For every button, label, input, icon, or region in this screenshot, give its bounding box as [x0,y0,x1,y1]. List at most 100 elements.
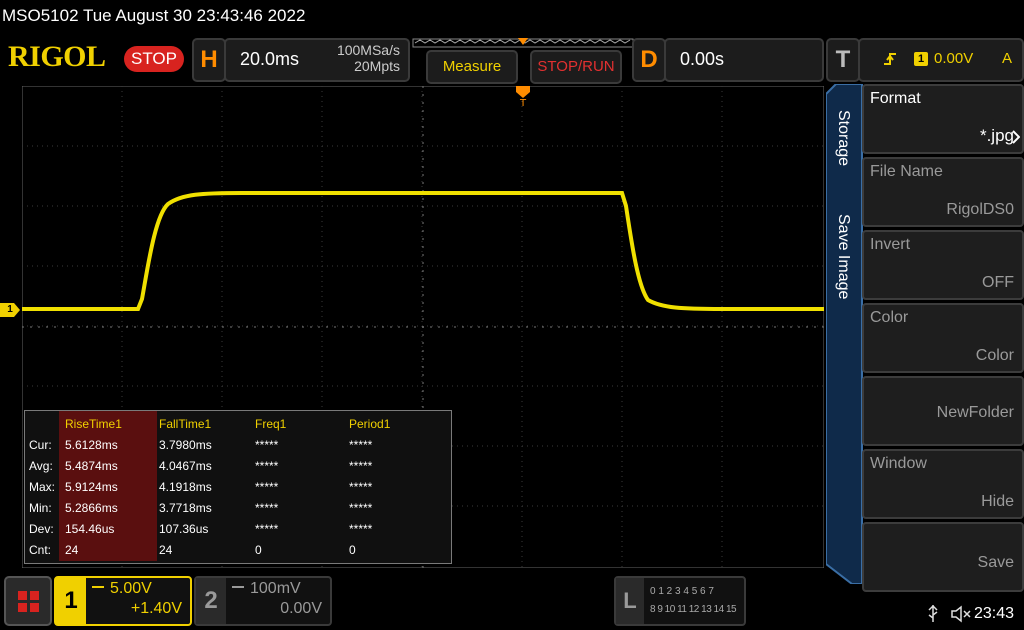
tab-save-image[interactable]: Save Image [826,200,860,320]
menu-value: Save [977,554,1014,571]
file-name-button[interactable]: File Name RigolDS0 [862,157,1024,227]
cell: ***** [349,437,373,452]
tab-storage[interactable]: Storage [826,96,860,196]
tab-save-image-label: Save Image [835,214,852,300]
cell: ***** [255,458,279,473]
table-row: Max: 5.9124ms 4.1918ms ***** ***** [25,476,433,497]
cell: ***** [349,458,373,473]
invert-button[interactable]: Invert OFF [862,230,1024,300]
channel2-scale: 100mV [250,580,301,597]
new-folder-button[interactable]: NewFolder [862,376,1024,446]
table-row: Min: 5.2866ms 3.7718ms ***** ***** [25,497,433,518]
cell: 5.2866ms [65,500,118,515]
usb-icon [928,604,938,622]
channel2-offset: 0.00V [280,600,322,617]
horizontal-settings[interactable]: 20.0ms 100MSa/s 20Mpts [224,38,410,82]
header-freq[interactable]: Freq1 [251,413,345,434]
channel1-marker[interactable]: 1 [0,303,20,317]
stop-run-button[interactable]: STOP/RUN [530,50,622,84]
header-risetime[interactable]: RiseTime1 [61,413,155,434]
chevron-right-icon [1012,130,1020,144]
trigger-settings[interactable]: 1 0.00V A [858,38,1024,82]
trigger-source: 1 [914,52,928,66]
table-row: Avg: 5.4874ms 4.0467ms ***** ***** [25,455,433,476]
cell: 154.46us [65,521,115,536]
color-button[interactable]: Color Color [862,303,1024,373]
trigger-button[interactable]: T [826,38,860,82]
channel1-number: 1 [56,578,86,624]
dc-coupling-icon [92,586,104,594]
delay-settings[interactable]: 0.00s [664,38,824,82]
measure-button[interactable]: Measure [426,50,518,84]
horizontal-button[interactable]: H [192,38,226,82]
menu-title: Format [870,90,921,107]
cell: 5.6128ms [65,437,118,452]
trigger-mode: A [1001,50,1012,67]
row-label: Cur: [29,437,52,452]
cell: ***** [255,521,279,536]
menu-value: RigolDS0 [946,201,1014,218]
cell: 107.36us [159,521,209,536]
header-cell [25,413,61,434]
cell: ***** [255,479,279,494]
delay-value: 0.00s [680,49,725,69]
cell: 3.7718ms [159,500,212,515]
measurement-grid: RiseTime1 FallTime1 Freq1 Period1 Cur: 5… [25,413,433,560]
cell: ***** [255,500,279,515]
measurement-header-row: RiseTime1 FallTime1 Freq1 Period1 [25,413,433,434]
main-menu-icon [18,591,39,612]
cell: ***** [349,521,373,536]
header-period[interactable]: Period1 [345,413,433,434]
table-row: Dev: 154.46us 107.36us ***** ***** [25,518,433,539]
cell: 4.0467ms [159,458,212,473]
cell: 24 [159,542,173,557]
row-label: Max: [29,479,56,494]
trigger-position-marker [518,38,528,45]
logic-letter: L [616,578,644,624]
trigger-position-icon: T [516,86,530,108]
row-label: Min: [29,500,52,515]
menu-value: *.jpg [979,126,1014,145]
channel2-number: 2 [196,578,226,624]
channel2-button[interactable]: 2 100mV 0.00V [194,576,332,626]
trigger-letter: T [835,46,851,73]
logic-analyzer-button[interactable]: L 0 1 2 3 4 5 6 7 8 9 10 11 12 13 14 15 [614,576,746,626]
cell: 3.7980ms [159,437,212,452]
window-button[interactable]: Window Hide [862,449,1024,519]
cell: ***** [255,437,279,452]
clock-time: 23:43 [974,605,1015,622]
cell: ***** [349,479,373,494]
channel1-button[interactable]: 1 5.00V +1.40V [54,576,192,626]
delay-letter: D [640,46,658,73]
delay-button[interactable]: D [632,38,666,82]
table-row: Cnt: 24 24 0 0 [25,539,433,560]
format-button[interactable]: Format *.jpg [862,84,1024,154]
table-row: Cur: 5.6128ms 3.7980ms ***** ***** [25,434,433,455]
rigol-logo: RIGOL [8,40,106,73]
window-title: MSO5102 Tue August 30 23:43:46 2022 [2,6,306,25]
timebase-value: 20.0ms [240,49,300,69]
dc-coupling-icon [232,586,244,594]
rising-edge-icon [884,53,896,65]
row-label: Dev: [29,521,54,536]
horizontal-letter: H [200,46,218,73]
menu-title: Window [870,455,927,472]
main-menu-button[interactable] [4,576,52,626]
menu-title: File Name [870,163,943,180]
cell: 5.4874ms [65,458,118,473]
memory-position-bar [412,38,634,48]
header-falltime[interactable]: FallTime1 [155,413,251,434]
run-state-badge: STOP [124,46,184,72]
save-button[interactable]: Save [862,522,1024,592]
speaker-muted-icon[interactable] [950,604,972,624]
menu-title: Color [870,309,909,326]
menu-value: NewFolder [936,404,1014,421]
channel1-scale: 5.00V [110,580,152,597]
channel1-offset: +1.40V [130,600,182,617]
svg-text:T: T [519,98,527,108]
menu-value: OFF [982,274,1014,291]
menu-value: Hide [981,493,1014,510]
cell: 0 [255,542,262,557]
cell: 4.1918ms [159,479,212,494]
logic-channels-row2: 8 9 10 11 12 13 14 15 [650,604,737,615]
